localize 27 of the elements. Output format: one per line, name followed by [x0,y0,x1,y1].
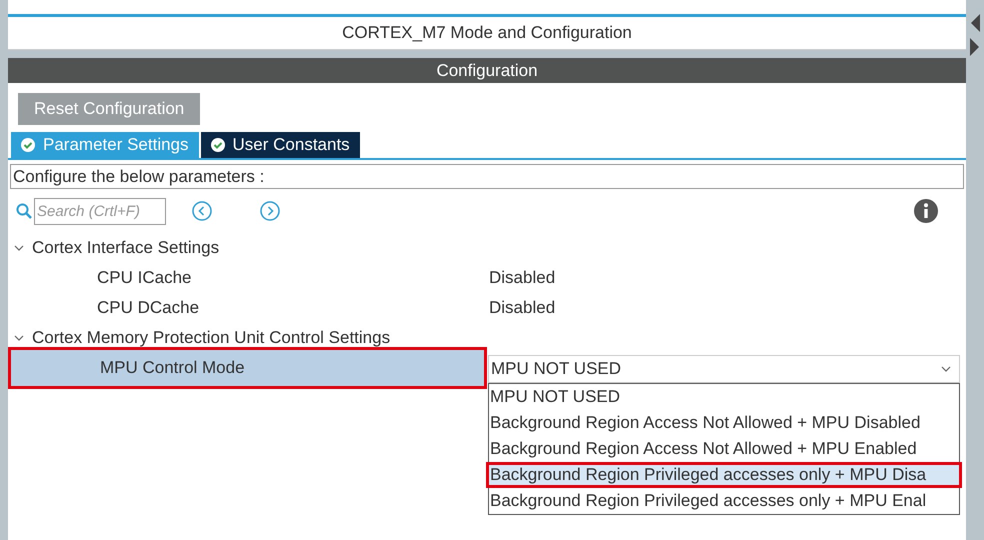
chevron-down-icon[interactable] [14,243,24,253]
search-field[interactable]: Search (Crtl+F) [34,198,166,224]
check-circle-icon [210,138,225,152]
group-label[interactable]: Cortex Interface Settings [32,235,220,261]
previous-icon[interactable] [192,201,212,221]
parameter-value: Disabled [488,297,556,320]
dropdown-option[interactable]: MPU NOT USED [489,384,959,410]
dropdown-option[interactable]: Background Region Privileged accesses only + MPU Enal [489,488,959,514]
section-header: Configuration [8,58,966,83]
next-icon[interactable] [260,201,280,221]
info-icon[interactable] [914,199,938,223]
dropdown-option[interactable]: Background Region Access Not Allowed + MPU Enabled [489,436,959,462]
parameter-row[interactable]: CPU DCache [8,293,487,323]
collapse-left-icon[interactable] [970,14,980,32]
check-circle-icon [21,138,35,152]
search-icon [16,203,32,219]
dropdown-option[interactable]: Background Region Privileged accesses only + MPU Disa [486,462,962,488]
chevron-down-icon[interactable] [941,364,951,374]
tab[interactable]: User Constants [200,132,360,158]
parameter-value: Disabled [488,267,556,290]
parameter-row[interactable]: MPU Control Mode [8,347,487,389]
dropdown-field[interactable]: MPU NOT USED [488,355,960,383]
parameter-row[interactable]: CPU ICache [8,263,487,293]
dropdown-option[interactable]: Background Region Access Not Allowed + MPU Disabled [489,410,959,436]
expand-right-icon[interactable] [970,38,980,56]
description-field: Configure the below parameters : [10,164,964,189]
chevron-down-icon[interactable] [14,333,24,343]
